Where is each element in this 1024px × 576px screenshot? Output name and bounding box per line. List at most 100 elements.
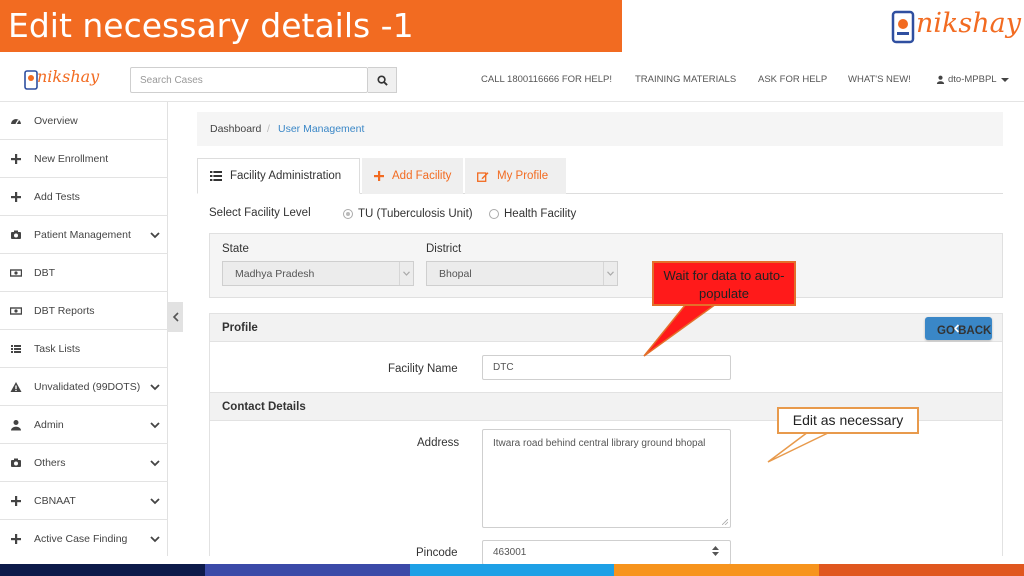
money-icon xyxy=(10,269,22,277)
sidebar-item-admin[interactable]: Admin xyxy=(0,406,168,444)
top-navbar: nikshay CALL 1800116666 FOR HELP! TRAINI… xyxy=(0,56,1024,102)
slide-title-banner: Edit necessary details -1 xyxy=(0,0,622,52)
sidebar-item-overview[interactable]: Overview xyxy=(0,102,168,140)
radio-tu[interactable]: TU (Tuberculosis Unit) xyxy=(343,208,473,220)
plus-icon xyxy=(11,154,21,164)
contact-heading: Contact Details xyxy=(222,401,306,413)
radio-circle[interactable] xyxy=(489,209,499,219)
state-label: State xyxy=(222,243,249,255)
nav-ask-for-help[interactable]: ASK FOR HELP xyxy=(758,74,827,85)
sidebar-item-label: DBT Reports xyxy=(34,305,95,317)
caret-down-icon xyxy=(1000,77,1009,82)
sidebar-item-cbnaat[interactable]: CBNAAT xyxy=(0,482,168,520)
tab-facility-administration[interactable]: Facility Administration xyxy=(197,158,360,194)
chevron-down-icon xyxy=(150,232,160,239)
money-icon xyxy=(10,307,22,315)
profile-section-body: Facility Name xyxy=(209,342,1003,392)
user-menu[interactable]: dto-MPBPL xyxy=(936,74,1009,85)
chevron-down-icon xyxy=(403,271,410,276)
profile-section-header: Profile GO BACK xyxy=(209,313,1003,342)
sidebar-item-patient-management[interactable]: Patient Management xyxy=(0,216,168,254)
dashboard-icon xyxy=(11,119,21,125)
search-button[interactable] xyxy=(368,67,397,93)
sidebar-item-label: CBNAAT xyxy=(34,495,76,507)
footer-segment xyxy=(409,564,615,576)
sidebar-item-label: DBT xyxy=(34,267,55,279)
search-input[interactable] xyxy=(131,68,367,92)
sidebar-item-label: New Enrollment xyxy=(34,153,109,165)
footer-segment xyxy=(614,564,820,576)
search-icon xyxy=(376,74,388,86)
radio-circle[interactable] xyxy=(343,209,353,219)
sidebar-item-dbt[interactable]: DBT xyxy=(0,254,168,292)
sidebar-item-dbt-reports[interactable]: DBT Reports xyxy=(0,292,168,330)
go-back-button[interactable]: GO BACK xyxy=(925,317,992,340)
pincode-input[interactable] xyxy=(483,541,730,564)
breadcrumb-current: User Management xyxy=(278,123,365,135)
plus-icon xyxy=(11,496,21,506)
sidebar: Overview New Enrollment Add Tests Patien… xyxy=(0,102,168,556)
address-field[interactable]: Itwara road behind central library groun… xyxy=(482,429,731,528)
phone-logo-icon xyxy=(24,70,38,90)
radio-health-facility[interactable]: Health Facility xyxy=(489,208,576,220)
chevron-down-icon xyxy=(150,460,160,467)
facility-level-label: Select Facility Level xyxy=(209,207,311,219)
chevron-left-icon xyxy=(172,312,179,322)
warning-icon xyxy=(10,382,22,392)
callout-autopopulate: Wait for data to auto-populate xyxy=(652,261,796,306)
resize-handle-icon[interactable] xyxy=(722,519,728,525)
camera-icon xyxy=(11,458,21,467)
pincode-label: Pincode xyxy=(416,547,458,559)
facility-name-label: Facility Name xyxy=(388,363,458,375)
pincode-field[interactable] xyxy=(482,540,731,565)
nikshay-logo[interactable]: nikshay xyxy=(24,67,102,92)
list-icon xyxy=(210,171,222,181)
footer-segment xyxy=(204,564,410,576)
footer-segment xyxy=(0,564,205,576)
nav-training-materials[interactable]: TRAINING MATERIALS xyxy=(635,74,736,85)
chevron-down-icon xyxy=(607,271,614,276)
go-back-label: GO BACK xyxy=(937,325,992,337)
sidebar-collapse-toggle[interactable] xyxy=(168,302,183,332)
sidebar-item-others[interactable]: Others xyxy=(0,444,168,482)
address-textarea[interactable]: Itwara road behind central library groun… xyxy=(483,430,730,527)
callout-edit: Edit as necessary xyxy=(777,407,919,434)
sidebar-item-label: Patient Management xyxy=(34,229,131,241)
state-select[interactable]: Madhya Pradesh xyxy=(222,261,414,286)
sidebar-item-task-lists[interactable]: Task Lists xyxy=(0,330,168,368)
nav-logo-text: nikshay xyxy=(37,67,100,86)
slide-title: Edit necessary details -1 xyxy=(8,6,414,45)
chevron-down-icon xyxy=(150,536,160,543)
breadcrumb: Dashboard / User Management xyxy=(197,112,1003,146)
facility-name-field[interactable] xyxy=(482,355,731,380)
plus-icon xyxy=(374,171,384,181)
district-label: District xyxy=(426,243,462,255)
footer-segment xyxy=(819,564,1024,576)
tab-add-facility[interactable]: Add Facility xyxy=(362,158,463,194)
edit-icon xyxy=(477,171,489,182)
sidebar-item-unvalidated[interactable]: Unvalidated (99DOTS) xyxy=(0,368,168,406)
location-panel: State District Madhya Pradesh Bhopal xyxy=(209,233,1003,298)
nav-whats-new[interactable]: WHAT'S NEW! xyxy=(848,74,911,85)
sidebar-item-label: Overview xyxy=(34,115,78,127)
sidebar-item-new-enrollment[interactable]: New Enrollment xyxy=(0,140,168,178)
spinner-icon[interactable] xyxy=(711,545,720,557)
sidebar-item-active-case-finding[interactable]: Active Case Finding xyxy=(0,520,168,558)
state-value: Madhya Pradesh xyxy=(235,268,315,280)
sidebar-item-label: Admin xyxy=(34,419,64,431)
facility-name-input[interactable] xyxy=(483,356,730,379)
plus-icon xyxy=(11,192,21,202)
footer-color-bar xyxy=(0,564,1024,576)
district-select[interactable]: Bhopal xyxy=(426,261,618,286)
nav-call-help[interactable]: CALL 1800116666 FOR HELP! xyxy=(481,74,612,85)
main-content: Dashboard / User Management Facility Adm… xyxy=(183,102,1024,565)
breadcrumb-dashboard[interactable]: Dashboard xyxy=(210,123,261,135)
address-label: Address xyxy=(417,437,460,449)
list-icon xyxy=(11,345,21,353)
chevron-down-icon xyxy=(150,422,160,429)
sidebar-item-add-tests[interactable]: Add Tests xyxy=(0,178,168,216)
user-icon xyxy=(936,75,945,84)
search-field[interactable] xyxy=(130,67,368,93)
radio-label: Health Facility xyxy=(504,208,577,220)
tab-my-profile[interactable]: My Profile xyxy=(465,158,566,194)
